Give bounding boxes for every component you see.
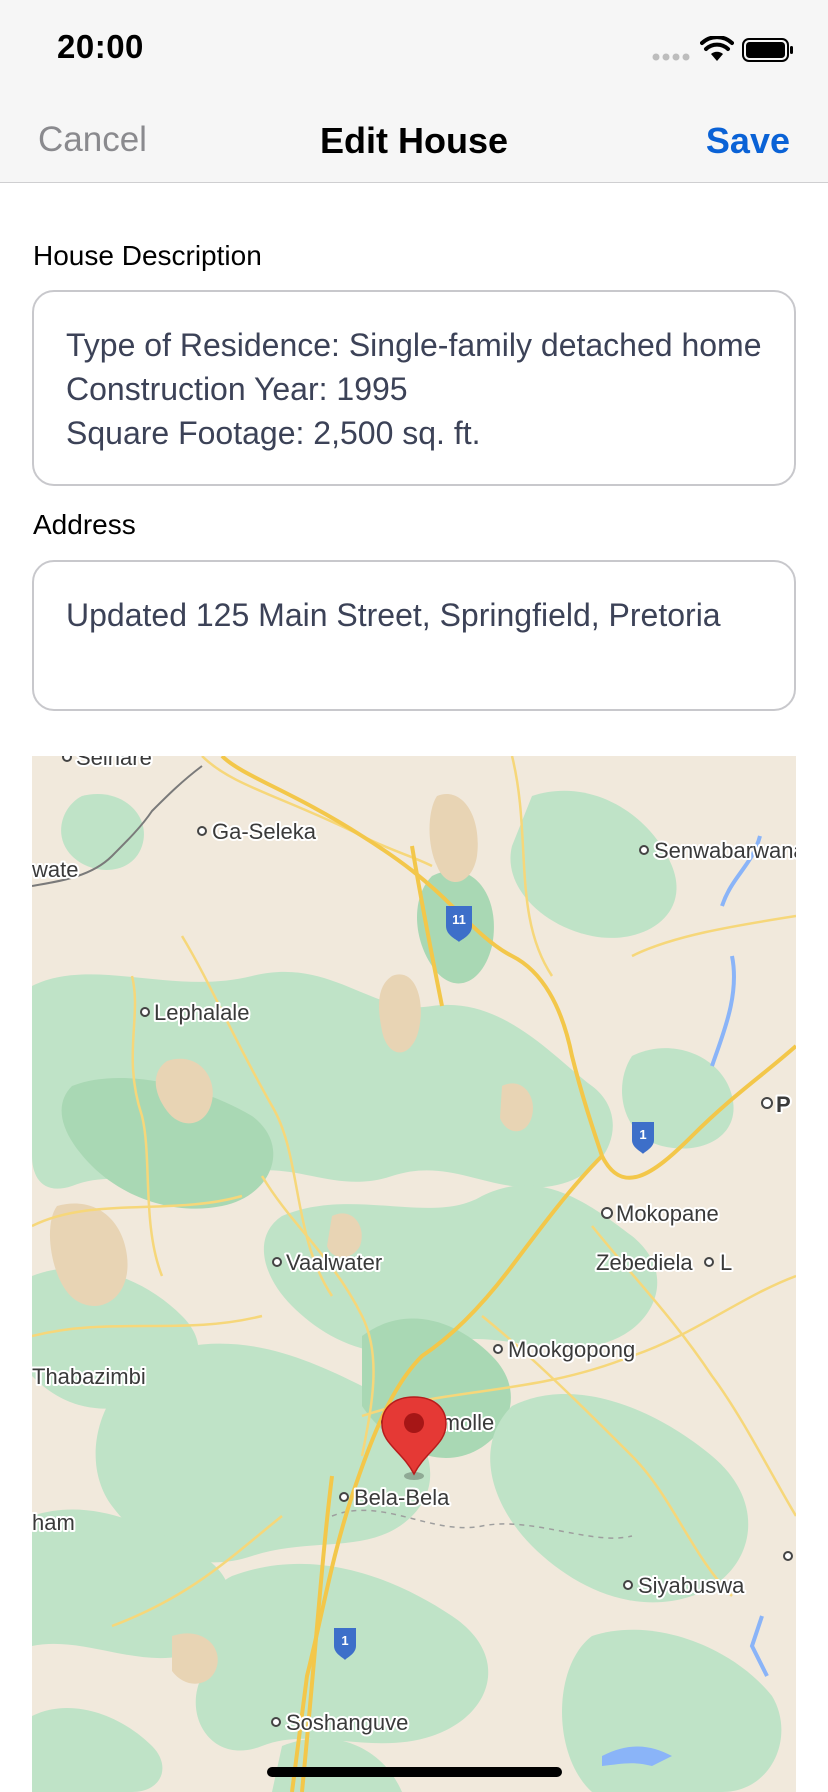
map-label-soshanguve: Soshanguve xyxy=(286,1710,408,1735)
svg-text:1: 1 xyxy=(341,1633,348,1648)
map-label-selnare: Selnare xyxy=(76,756,152,770)
wifi-icon xyxy=(700,36,734,61)
map-label-lephalale: Lephalale xyxy=(154,1000,249,1025)
description-field[interactable]: Type of Residence: Single-family detache… xyxy=(32,290,796,486)
map-label-ham: ham xyxy=(32,1510,75,1535)
address-label: Address xyxy=(33,509,136,540)
map-label-thabazimbi: Thabazimbi xyxy=(32,1364,146,1389)
map-label-vaalwater: Vaalwater xyxy=(286,1250,382,1275)
status-time: 20:00 xyxy=(57,28,144,65)
svg-text:11: 11 xyxy=(452,912,466,927)
cancel-button[interactable]: Cancel xyxy=(38,120,147,160)
description-text: Type of Residence: Single-family detache… xyxy=(66,327,762,451)
map-canvas: 11 1 1 Selnare Ga-Seleka Senwabarwana wa… xyxy=(32,756,796,1792)
map-label-siyabuswa: Siyabuswa xyxy=(638,1573,745,1598)
address-text: Updated 125 Main Street, Springfield, Pr… xyxy=(66,597,721,633)
description-label: House Description xyxy=(33,240,262,271)
status-bar: 20:00 xyxy=(0,0,828,100)
map-label-mookgopong: Mookgopong xyxy=(508,1337,635,1362)
map-label-l: L xyxy=(720,1250,732,1275)
save-button[interactable]: Save xyxy=(706,120,790,162)
map-label-mokopane: Mokopane xyxy=(616,1201,719,1226)
map-label-wate: wate xyxy=(32,857,78,882)
map-label-p: P xyxy=(776,1092,791,1117)
map-label-ga-seleka: Ga-Seleka xyxy=(212,819,317,844)
battery-icon xyxy=(742,38,793,62)
map-label-bela-bela: Bela-Bela xyxy=(354,1485,450,1510)
home-indicator[interactable] xyxy=(267,1767,562,1777)
map-label-zebediela: Zebediela xyxy=(596,1250,693,1275)
navigation-bar: Cancel Edit House Save xyxy=(0,100,828,183)
address-field[interactable]: Updated 125 Main Street, Springfield, Pr… xyxy=(32,560,796,711)
map-label-senwabarwana: Senwabarwana xyxy=(654,838,796,863)
map-view[interactable]: 11 1 1 Selnare Ga-Seleka Senwabarwana wa… xyxy=(32,756,796,1792)
cellular-signal-icon xyxy=(652,53,690,61)
svg-text:1: 1 xyxy=(639,1127,646,1142)
